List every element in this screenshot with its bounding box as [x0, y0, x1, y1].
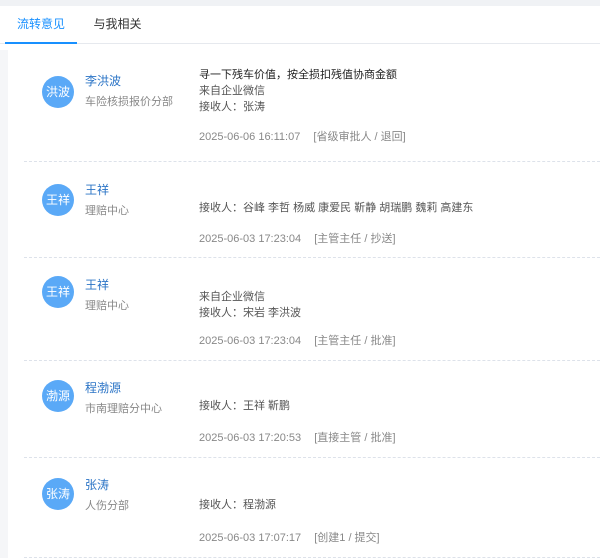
record-content: 接收人：谷峰 李哲 杨威 康爱民 靳静 胡瑞鹏 魏莉 高建东 [199, 200, 594, 216]
left-gutter [0, 50, 8, 558]
list-item: 张涛 张涛 人伤分部 接收人：程渤源 2025-06-03 17:07:17 [… [24, 458, 600, 558]
user-name[interactable]: 王祥 [85, 276, 109, 293]
timestamp: 2025-06-06 16:11:07 [199, 131, 301, 143]
role-action: [主管主任 / 抄送] [314, 233, 396, 245]
department: 理赔中心 [85, 205, 129, 217]
department: 市南理赔分中心 [85, 403, 162, 415]
user-name[interactable]: 李洪波 [85, 72, 121, 89]
active-tab-indicator [5, 42, 77, 44]
opinion-feed: 洪波 李洪波 车险核损报价分部 寻一下残车价值，按全损扣残值协商金额 来自企业微… [24, 50, 600, 558]
list-item: 渤源 程渤源 市南理赔分中心 接收人：王祥 靳鹏 2025-06-03 17:2… [24, 361, 600, 458]
avatar: 王祥 [42, 184, 74, 216]
role-action: [创建1 / 提交] [314, 532, 380, 544]
tab-bar: 流转意见 与我相关 [0, 6, 600, 44]
record-content: 接收人：王祥 靳鹏 [199, 398, 594, 414]
opinion-panel: 流转意见 与我相关 洪波 李洪波 车险核损报价分部 寻一下残车价值，按全损扣残值… [0, 6, 600, 558]
record-meta: 2025-06-03 17:07:17 [创建1 / 提交] [199, 529, 380, 545]
user-name[interactable]: 程渤源 [85, 379, 121, 396]
role-action: [省级审批人 / 退回] [313, 131, 406, 143]
record-meta: 2025-06-03 17:23:04 [主管主任 / 抄送] [199, 230, 396, 246]
list-item: 王祥 王祥 理赔中心 接收人：谷峰 李哲 杨威 康爱民 靳静 胡瑞鹏 魏莉 高建… [24, 162, 600, 258]
source-text: 来自企业微信 [199, 85, 265, 97]
record-meta: 2025-06-06 16:11:07 [省级审批人 / 退回] [199, 128, 406, 144]
record-content: 寻一下残车价值，按全损扣残值协商金额 来自企业微信 接收人：张涛 [199, 67, 594, 115]
user-name[interactable]: 王祥 [85, 181, 109, 198]
avatar: 王祥 [42, 276, 74, 308]
department: 理赔中心 [85, 300, 129, 312]
avatar: 渤源 [42, 380, 74, 412]
receivers-text: 接收人：张涛 [199, 101, 265, 113]
record-content: 来自企业微信 接收人：宋岩 李洪波 [199, 289, 594, 321]
timestamp: 2025-06-03 17:20:53 [199, 432, 302, 444]
avatar: 张涛 [42, 478, 74, 510]
role-action: [主管主任 / 批准] [314, 335, 396, 347]
record-meta: 2025-06-03 17:23:04 [主管主任 / 批准] [199, 332, 396, 348]
department: 车险核损报价分部 [85, 96, 173, 108]
tab-related-to-me[interactable]: 与我相关 [85, 6, 150, 44]
receivers-text: 接收人：谷峰 李哲 杨威 康爱民 靳静 胡瑞鹏 魏莉 高建东 [199, 202, 474, 214]
timestamp: 2025-06-03 17:07:17 [199, 532, 302, 544]
opinion-text: 寻一下残车价值，按全损扣残值协商金额 [199, 69, 397, 81]
record-meta: 2025-06-03 17:20:53 [直接主管 / 批准] [199, 429, 396, 445]
record-content: 接收人：程渤源 [199, 497, 594, 513]
role-action: [直接主管 / 批准] [314, 432, 396, 444]
department: 人伤分部 [85, 500, 129, 512]
source-text: 来自企业微信 [199, 291, 265, 303]
list-item: 洪波 李洪波 车险核损报价分部 寻一下残车价值，按全损扣残值协商金额 来自企业微… [24, 50, 600, 162]
timestamp: 2025-06-03 17:23:04 [199, 335, 302, 347]
avatar: 洪波 [42, 76, 74, 108]
tab-flow-opinions[interactable]: 流转意见 [5, 6, 77, 44]
receivers-text: 接收人：程渤源 [199, 499, 276, 511]
user-name[interactable]: 张涛 [85, 476, 109, 493]
timestamp: 2025-06-03 17:23:04 [199, 233, 302, 245]
receivers-text: 接收人：宋岩 李洪波 [199, 307, 302, 319]
receivers-text: 接收人：王祥 靳鹏 [199, 400, 291, 412]
list-item: 王祥 王祥 理赔中心 来自企业微信 接收人：宋岩 李洪波 2025-06-03 … [24, 258, 600, 361]
